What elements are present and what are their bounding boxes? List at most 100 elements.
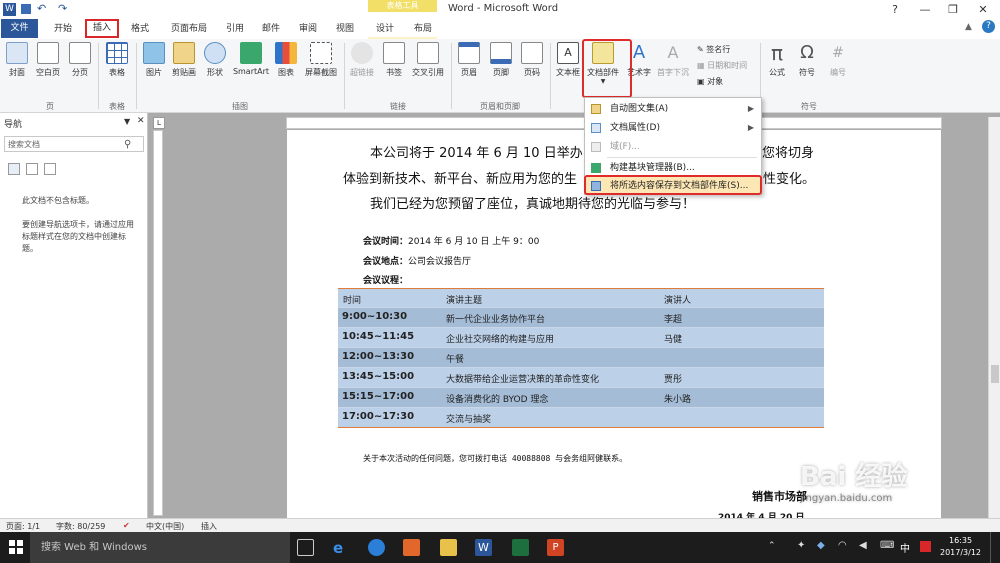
tray-sogou-s-icon[interactable]	[920, 541, 931, 552]
tab-review[interactable]: 审阅	[294, 21, 322, 37]
header-button[interactable]: 页眉	[456, 42, 482, 78]
tab-format[interactable]: 格式	[124, 21, 156, 37]
tab-insert[interactable]: 插入	[85, 19, 119, 38]
foxit-icon[interactable]	[403, 539, 420, 556]
equation-button[interactable]: π 公式	[765, 42, 789, 78]
task-view-icon[interactable]	[297, 539, 314, 556]
minimize-button[interactable]: —	[910, 0, 940, 20]
shapes-button[interactable]: 形状	[202, 42, 228, 78]
tab-mailings[interactable]: 邮件	[257, 21, 285, 37]
footer-button[interactable]: 页脚	[488, 42, 514, 78]
table-button[interactable]: 表格	[103, 42, 131, 78]
status-page[interactable]: 页面: 1/1	[6, 521, 40, 532]
page-number-button[interactable]: 页码	[519, 42, 545, 78]
tray-shield-icon[interactable]: ◆	[817, 540, 825, 551]
numbering-button[interactable]: # 编号	[826, 42, 850, 78]
windows-start-icon[interactable]	[9, 540, 23, 554]
menu-item-field[interactable]: 域(F)...	[586, 138, 761, 156]
scrollbar-thumb[interactable]	[991, 365, 999, 383]
nav-pages-tab-icon[interactable]	[26, 163, 38, 175]
date-time-button[interactable]: ▦ 日期和时间	[697, 60, 747, 71]
search-icon[interactable]: ⚲	[124, 139, 131, 150]
clip-art-button[interactable]: 剪贴画	[169, 42, 199, 78]
drop-cap-icon: A	[667, 43, 679, 62]
tray-keyboard-icon[interactable]: ⌨	[880, 540, 894, 551]
tray-wifi-icon[interactable]: ◠	[838, 540, 847, 551]
signature-line-button[interactable]: ✎ 签名行	[697, 44, 730, 55]
nav-no-headings-message: 此文档不包含标题。	[22, 196, 94, 205]
drop-cap-button[interactable]: A 首字下沉	[655, 42, 691, 78]
building-blocks-icon	[591, 163, 601, 173]
agenda-table[interactable]: 时间 演讲主题 演讲人 9:00~10:30 新一代企业业务协作平台 李超 10…	[338, 288, 824, 428]
status-insert-mode[interactable]: 插入	[201, 521, 217, 532]
blank-page-button[interactable]: 空白页	[32, 42, 64, 78]
menu-item-autotext[interactable]: 自动图文集(A) ▶	[586, 100, 761, 118]
tab-home[interactable]: 开始	[47, 21, 79, 37]
table-row[interactable]: 12:00~13:30 午餐	[338, 348, 824, 368]
smartart-button[interactable]: SmartArt	[231, 42, 271, 76]
menu-item-document-property[interactable]: 文档属性(D) ▶	[586, 119, 761, 137]
powerpoint-taskbar-icon[interactable]: P	[547, 539, 564, 556]
tray-ime-indicator[interactable]: 中	[900, 540, 910, 555]
page-break-button[interactable]: 分页	[67, 42, 93, 78]
hyperlink-button[interactable]: 超链接	[348, 42, 376, 78]
navigation-pane: 导航 ▼ ✕ 搜索文档 ⚲ 此文档不包含标题。 要创建导航选项卡，请通过应用标题…	[0, 113, 148, 518]
screenshot-button[interactable]: 屏幕截图	[301, 42, 341, 78]
text-box-button[interactable]: A 文本框	[554, 42, 582, 78]
picture-button[interactable]: 图片	[142, 42, 166, 78]
table-row[interactable]: 10:45~11:45 企业社交网络的构建与应用 马健	[338, 328, 824, 348]
nav-options-icon[interactable]: ▼	[124, 117, 130, 126]
table-row[interactable]: 13:45~15:00 大数据带给企业运营决策的革命性变化 贾彤	[338, 368, 824, 388]
tray-expand-icon[interactable]: ⌃	[768, 541, 776, 551]
nav-headings-tab-icon[interactable]	[8, 163, 20, 175]
table-row[interactable]: 15:15~17:00 设备消费化的 BYOD 理念 朱小路	[338, 388, 824, 408]
tab-design[interactable]: 设计	[371, 21, 399, 37]
taskbar-clock[interactable]: 16:35 2017/3/12	[940, 535, 981, 559]
status-word-count[interactable]: 字数: 80/259	[56, 521, 105, 532]
table-row[interactable]: 9:00~10:30 新一代企业业务协作平台 李超	[338, 308, 824, 328]
restore-button[interactable]: ❐	[938, 0, 968, 20]
tab-page-layout[interactable]: 页面布局	[165, 21, 213, 37]
table-row[interactable]: 17:00~17:30 交流与抽奖	[338, 408, 824, 428]
tab-references[interactable]: 引用	[221, 21, 249, 37]
vertical-ruler[interactable]	[153, 130, 163, 516]
word-taskbar-icon[interactable]: W	[475, 539, 492, 556]
edge-browser-icon[interactable]: e	[333, 539, 350, 557]
file-explorer-icon[interactable]	[440, 539, 457, 556]
page-number-icon	[521, 42, 543, 64]
screenshot-tool-icon[interactable]	[512, 539, 529, 556]
word-logo-icon[interactable]: W	[3, 3, 16, 16]
tab-layout[interactable]: 布局	[409, 21, 437, 37]
highlight-save-selection	[584, 175, 762, 195]
tray-network-icon[interactable]: ✦	[797, 540, 805, 551]
redo-icon[interactable]: ↷	[58, 2, 67, 15]
nav-results-tab-icon[interactable]	[44, 163, 56, 175]
symbol-button[interactable]: Ω 符号	[795, 42, 819, 78]
object-button[interactable]: ▣ 对象	[697, 76, 723, 87]
chart-button[interactable]: 图表	[274, 42, 298, 78]
show-desktop-button[interactable]	[990, 532, 1000, 563]
table-icon	[106, 42, 128, 64]
tray-volume-icon[interactable]: ◀	[859, 540, 867, 551]
nav-close-icon[interactable]: ✕	[137, 116, 145, 126]
tab-selector-icon[interactable]: L	[153, 117, 165, 129]
vertical-scrollbar[interactable]	[988, 117, 1000, 518]
group-label-pages: 页	[46, 102, 54, 111]
taskbar-search-box[interactable]: 搜索 Web 和 Windows	[30, 532, 290, 563]
bookmark-button[interactable]: 书签	[381, 42, 407, 78]
proofing-icon[interactable]: ✔	[123, 521, 130, 530]
close-button[interactable]: ✕	[968, 0, 998, 20]
nav-search-input[interactable]: 搜索文档	[4, 136, 144, 152]
undo-icon[interactable]: ↶	[37, 2, 46, 15]
collapse-ribbon-icon[interactable]: ▲	[965, 22, 972, 32]
table-header-row[interactable]: 时间 演讲主题 演讲人	[338, 288, 824, 308]
help-circle-icon[interactable]: ?	[982, 20, 995, 33]
tab-view[interactable]: 视图	[331, 21, 359, 37]
save-icon[interactable]	[21, 4, 31, 14]
sogou-icon[interactable]	[368, 539, 385, 556]
status-language[interactable]: 中文(中国)	[146, 521, 184, 532]
tab-file[interactable]: 文件	[1, 19, 38, 38]
cover-page-button[interactable]: 封面	[4, 42, 30, 78]
help-icon[interactable]: ?	[880, 0, 910, 20]
cross-reference-button[interactable]: 交叉引用	[410, 42, 446, 78]
